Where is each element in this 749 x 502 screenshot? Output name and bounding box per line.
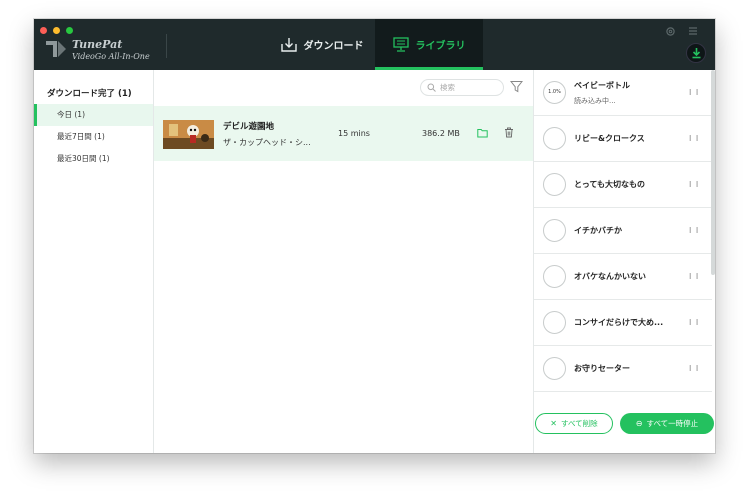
download-arrow-icon — [692, 48, 700, 59]
app-window: TunePat VideoGo All-In-One ダウンロード ライブラリ — [34, 19, 715, 453]
queue-item[interactable]: オバケなんかいない I I — [534, 254, 712, 300]
delete-all-label: すべて削除 — [561, 419, 598, 428]
pause-icon[interactable]: I I — [689, 134, 699, 143]
download-progress-button[interactable] — [686, 43, 706, 63]
filter-icon[interactable] — [510, 80, 523, 93]
brand: TunePat VideoGo All-In-One — [72, 38, 150, 62]
search-placeholder: 検索 — [440, 83, 455, 92]
queue-item[interactable]: リビー&クロークス I I — [534, 116, 712, 162]
tunepat-logo-icon — [46, 41, 66, 57]
video-duration: 15 mins — [338, 129, 370, 138]
progress-ring — [543, 265, 566, 288]
progress-ring — [543, 173, 566, 196]
video-title: デビル遊園地 — [223, 122, 275, 132]
search-icon — [427, 83, 436, 92]
queue-scrollbar[interactable] — [711, 70, 715, 275]
folder-icon[interactable] — [477, 128, 488, 138]
titlebar-divider — [166, 34, 167, 58]
sidebar: ダウンロード完了 (1) 今日 (1) 最近7日間 (1) 最近30日間 (1) — [34, 70, 154, 453]
pause-icon[interactable]: I I — [689, 180, 699, 189]
library-main: 検索 デビル遊園地 ザ・カップヘッド・シ... 15 mins 386.2 MB — [154, 70, 533, 453]
progress-percent: 1.0% — [548, 89, 561, 95]
video-file-size: 386.2 MB — [422, 129, 460, 138]
zoom-window-button[interactable] — [66, 27, 73, 34]
video-series: ザ・カップヘッド・シ... — [223, 138, 311, 147]
pause-circle-icon: ⊖ — [635, 419, 643, 428]
progress-ring — [543, 219, 566, 242]
sidebar-title: ダウンロード完了 (1) — [47, 89, 132, 99]
queue-item[interactable]: コンサイだらけで大め... I I — [534, 300, 712, 346]
queue-item-title: オバケなんかいない — [574, 272, 646, 281]
titlebar: TunePat VideoGo All-In-One ダウンロード ライブラリ — [34, 19, 715, 70]
queue-item-title: ベイビーボトル — [574, 81, 630, 90]
tab-library[interactable]: ライブラリ — [375, 19, 483, 70]
gear-icon[interactable] — [665, 26, 676, 37]
queue-item[interactable]: お守りセーター I I — [534, 346, 712, 392]
close-icon: ✕ — [550, 419, 557, 428]
download-tab-icon — [280, 38, 297, 52]
pause-icon[interactable]: I I — [689, 272, 699, 281]
video-thumbnail — [163, 120, 214, 149]
download-queue-panel: 1.0% ベイビーボトル 読み込み中... I I リビー&クロークス I I … — [533, 70, 715, 453]
menu-icon[interactable] — [688, 26, 698, 36]
pause-icon[interactable]: I I — [689, 88, 699, 97]
sidebar-item-last-7-days[interactable]: 最近7日間 (1) — [34, 126, 153, 148]
queue-item[interactable]: 1.0% ベイビーボトル 読み込み中... I I — [534, 70, 712, 116]
pause-all-button[interactable]: ⊖ すべて一時停止 — [620, 413, 714, 434]
queue-item-title: お守りセーター — [574, 364, 630, 373]
trash-icon[interactable] — [504, 127, 514, 138]
delete-all-button[interactable]: ✕ すべて削除 — [535, 413, 613, 434]
progress-ring — [543, 127, 566, 150]
progress-ring — [543, 357, 566, 380]
queue-item[interactable]: イチかバチか I I — [534, 208, 712, 254]
pause-icon[interactable]: I I — [689, 226, 699, 235]
progress-ring — [543, 311, 566, 334]
pause-icon[interactable]: I I — [689, 364, 699, 373]
tab-library-label: ライブラリ — [415, 41, 466, 52]
queue-item-title: リビー&クロークス — [574, 134, 645, 143]
close-window-button[interactable] — [40, 27, 47, 34]
brand-name: TunePat — [72, 38, 123, 51]
queue-item[interactable]: とっても大切なもの I I — [534, 162, 712, 208]
sidebar-item-last-30-days[interactable]: 最近30日間 (1) — [34, 148, 153, 170]
pause-icon[interactable]: I I — [689, 318, 699, 327]
queue-item-title: とっても大切なもの — [574, 180, 645, 189]
monitor-icon — [392, 37, 409, 52]
queue-item-title: イチかバチか — [574, 226, 622, 235]
tab-download[interactable]: ダウンロード — [272, 19, 372, 70]
queue-item-status: 読み込み中... — [574, 97, 616, 105]
tab-download-label: ダウンロード — [303, 41, 364, 52]
pause-all-label: すべて一時停止 — [646, 419, 699, 428]
search-input[interactable]: 検索 — [420, 79, 504, 96]
sidebar-item-today[interactable]: 今日 (1) — [34, 104, 153, 126]
minimize-window-button[interactable] — [53, 27, 60, 34]
table-row[interactable]: デビル遊園地 ザ・カップヘッド・シ... 15 mins 386.2 MB — [154, 106, 533, 161]
queue-item-title: コンサイだらけで大め... — [574, 318, 664, 327]
brand-subtitle: VideoGo All-In-One — [72, 52, 150, 61]
